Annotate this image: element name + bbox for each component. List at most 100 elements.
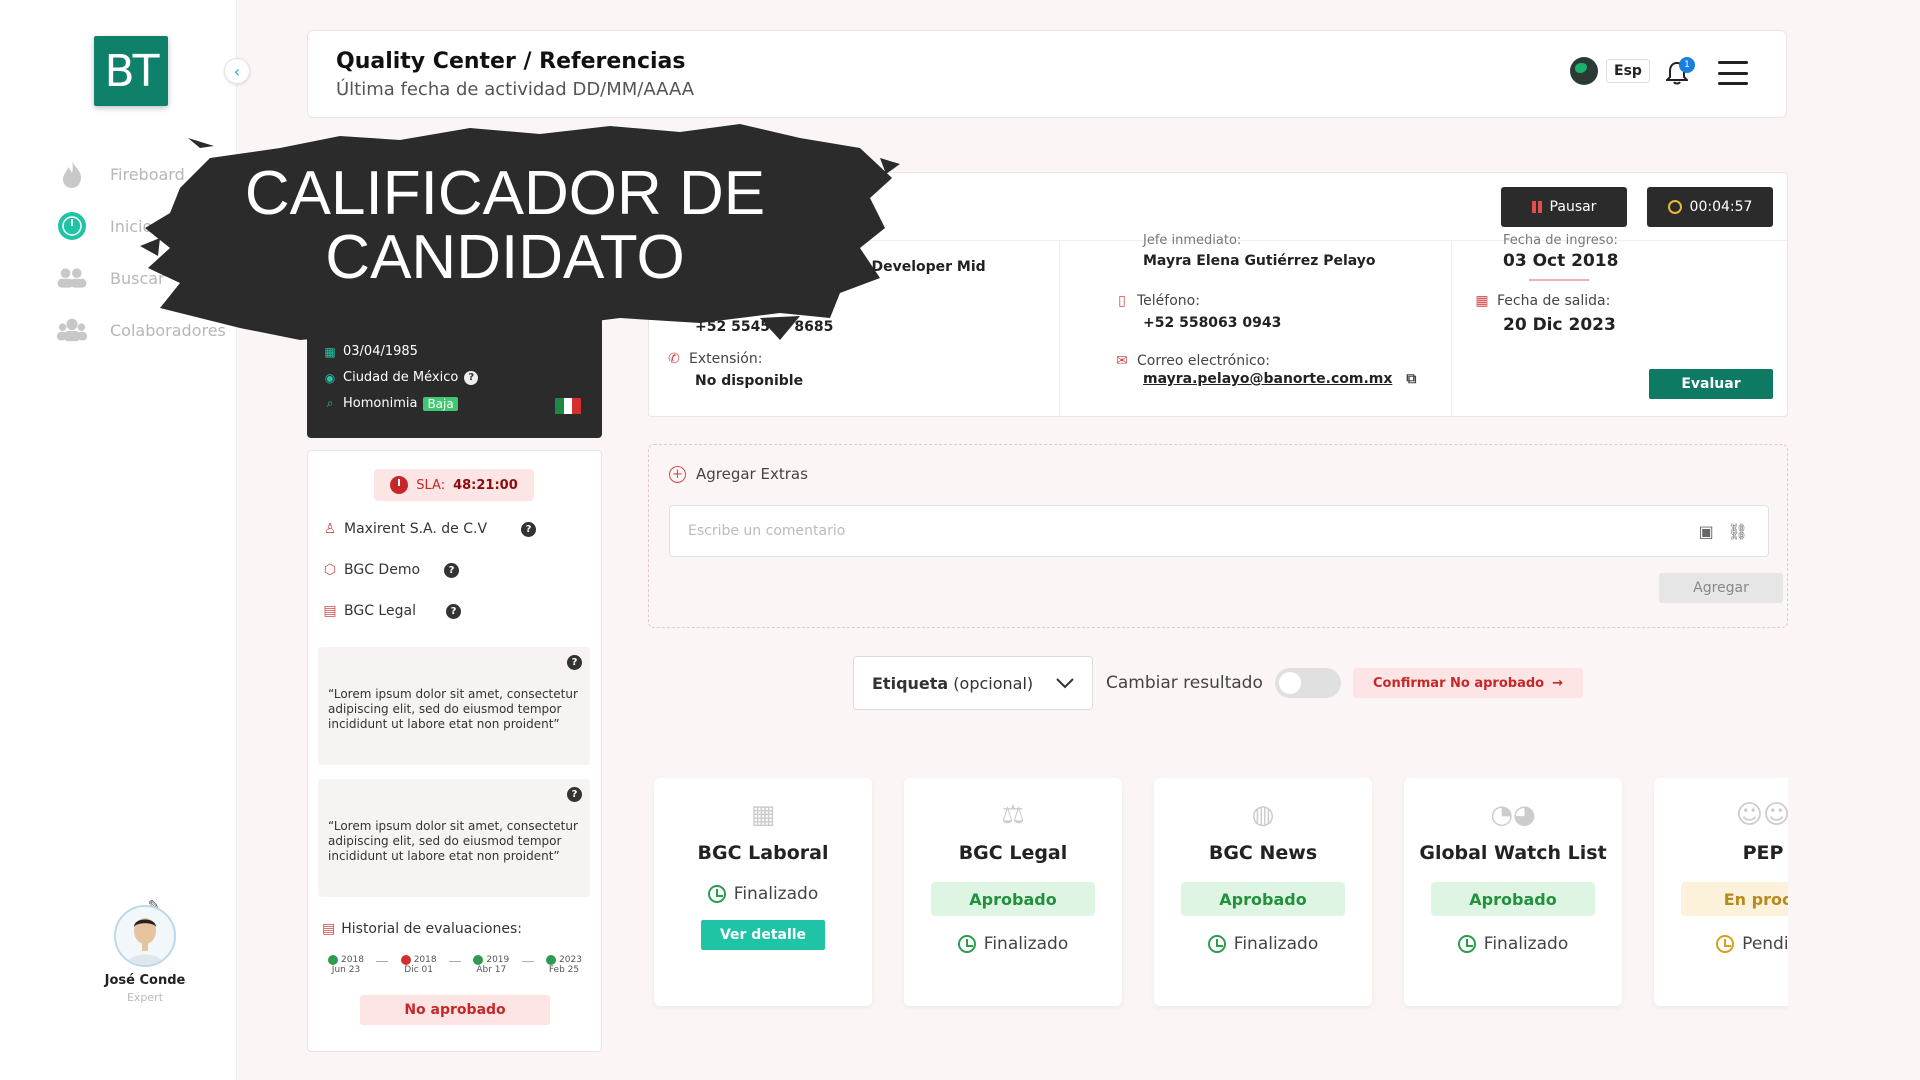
pause-icon xyxy=(1531,201,1542,213)
help-icon[interactable]: ? xyxy=(567,655,582,670)
chevron-down-icon xyxy=(1056,673,1074,694)
extras-section: + Agregar Extras ▣ ⛓ Agregar xyxy=(648,444,1788,628)
service-state: Finalizado xyxy=(904,934,1122,954)
people-icon: ☺☺ xyxy=(1735,800,1788,830)
service-card[interactable]: ▦ BGC Laboral Finalizado Ver detalle xyxy=(654,778,872,1006)
history-title: ▤ Historial de evaluaciones: xyxy=(322,921,522,937)
email-link[interactable]: mayra.pelayo@banorte.com.mx xyxy=(1143,371,1392,387)
timeline-divider xyxy=(521,961,534,975)
status-badge: En proce xyxy=(1681,882,1788,916)
help-icon[interactable]: ? xyxy=(445,603,461,619)
link-icon[interactable]: ⛓ xyxy=(1728,522,1748,541)
status-badge: Aprobado xyxy=(1431,882,1595,916)
pause-button[interactable]: Pausar xyxy=(1501,187,1627,227)
boss-label: Jefe inmediato: xyxy=(1143,233,1242,248)
service-state: Finalizado xyxy=(1404,934,1622,954)
mail-icon: ✉ xyxy=(1116,353,1128,369)
scale-icon: ⚖ xyxy=(1001,800,1025,830)
clock-icon xyxy=(707,885,726,903)
mexico-flag-icon xyxy=(555,398,582,414)
quote-text: “Lorem ipsum dolor sit amet, consectetur… xyxy=(328,819,578,863)
comment-box: ▣ ⛓ xyxy=(669,505,1769,557)
history-icon: ▤ xyxy=(322,921,336,937)
language-code: Esp xyxy=(1606,59,1650,83)
status-badge: Aprobado xyxy=(1181,882,1345,916)
menu-icon[interactable] xyxy=(1718,61,1748,85)
page-header: Quality Center / Referencias Última fech… xyxy=(307,30,1787,118)
service-card[interactable]: ◍ BGC News Aprobado Finalizado xyxy=(1154,778,1372,1006)
evaluate-button[interactable]: Evaluar xyxy=(1649,369,1773,399)
client-name: Maxirent S.A. de C.V xyxy=(344,521,488,537)
collapse-sidebar-button[interactable]: ‹ xyxy=(224,58,250,84)
product-name: BGC Demo xyxy=(344,562,421,578)
plus-icon: + xyxy=(669,465,686,483)
language-selector[interactable]: Esp xyxy=(1570,57,1650,85)
clock-icon xyxy=(390,476,409,494)
help-icon[interactable]: ? xyxy=(521,521,537,537)
sidebar-item-inicio[interactable]: Inicio xyxy=(56,210,152,242)
globe-icon xyxy=(1570,57,1598,85)
status-dot xyxy=(546,955,557,965)
service-card[interactable]: ◔◕ Global Watch List Aprobado Finalizado xyxy=(1404,778,1622,1006)
confirm-result-button[interactable]: Confirmar No aprobado → xyxy=(1353,668,1583,698)
add-extras-toggle[interactable]: + Agregar Extras xyxy=(669,465,808,483)
timeline-item[interactable]: 2023 Feb 25 xyxy=(538,955,590,975)
clock-icon xyxy=(957,935,976,953)
service-cards: ▦ BGC Laboral Finalizado Ver detalle ⚖ B… xyxy=(648,770,1788,1010)
service-card[interactable]: ☺☺ PEP En proce Pendien xyxy=(1654,778,1788,1006)
product-row: ⬡ BGC Demo ? xyxy=(322,562,460,578)
tag-select[interactable]: Etiqueta (opcional) xyxy=(853,656,1093,710)
candidate-city-row: ◉ Ciudad de México ? xyxy=(323,370,479,385)
product-name: BGC Legal xyxy=(344,603,416,619)
view-detail-button[interactable]: Ver detalle xyxy=(701,920,825,950)
timeline-item[interactable]: 2018 Jun 23 xyxy=(320,955,372,975)
service-state: Pendien xyxy=(1654,934,1788,954)
globe-icon: ◍ xyxy=(1251,800,1275,830)
underline-divider xyxy=(1529,279,1589,281)
person-icon: ♙ xyxy=(323,521,337,537)
column-divider xyxy=(1059,241,1060,418)
search-icon: ⌕ xyxy=(326,396,334,410)
status-dot xyxy=(328,955,339,965)
copy-icon[interactable]: ⧉ xyxy=(1406,371,1416,387)
status-dot xyxy=(473,955,484,965)
service-state: Finalizado xyxy=(654,884,872,904)
status-badge: Aprobado xyxy=(931,882,1095,916)
change-result-toggle[interactable] xyxy=(1275,668,1341,698)
box-icon: ⬡ xyxy=(323,562,337,578)
document-icon: ▤ xyxy=(323,603,337,619)
comment-quote: ? “Lorem ipsum dolor sit amet, consectet… xyxy=(318,647,590,765)
homonimia-label: Homonimia xyxy=(343,396,418,411)
help-icon[interactable]: ? xyxy=(567,787,582,802)
brand-logo[interactable]: BT xyxy=(94,36,168,106)
phone-icon: ✆ xyxy=(668,351,680,367)
user-profile[interactable]: José Conde Expert xyxy=(100,905,190,1004)
mobile-icon: ▯ xyxy=(1118,293,1126,309)
image-icon[interactable]: ▣ xyxy=(1699,522,1714,541)
timeline-item[interactable]: 2018 Dic 01 xyxy=(393,955,445,975)
user-role: Expert xyxy=(126,991,164,1004)
candidate-summary-panel: SLA: 48:21:00 ♙ Maxirent S.A. de C.V ? ⬡… xyxy=(307,450,602,1052)
evaluation-timeline: 2018 Jun 23 2018 Dic 01 2019 Abr 17 2023… xyxy=(320,955,590,975)
users-search-icon xyxy=(56,262,88,294)
change-result-label: Cambiar resultado xyxy=(1106,673,1263,693)
timeline-item[interactable]: 2019 Abr 17 xyxy=(465,955,517,975)
help-icon[interactable]: ? xyxy=(444,562,460,578)
promo-title: CALIFICADOR DE CANDIDATO xyxy=(244,159,766,292)
status-dot xyxy=(400,955,411,965)
service-card[interactable]: ⚖ BGC Legal Aprobado Finalizado xyxy=(904,778,1122,1006)
candidate-city: Ciudad de México xyxy=(343,370,459,385)
email-field: ✉ Correo electrónico: mayra.pelayo@banort… xyxy=(1116,353,1417,387)
candidate-homonimia-row: ⌕ Homonimia Baja xyxy=(323,396,458,411)
building-icon: ▦ xyxy=(750,800,776,830)
quote-text: “Lorem ipsum dolor sit amet, consectetur… xyxy=(328,687,578,731)
comment-input[interactable] xyxy=(670,506,1768,556)
clock-icon xyxy=(1207,935,1226,953)
homonimia-badge: Baja xyxy=(423,396,458,411)
timer-display[interactable]: 00:04:57 xyxy=(1647,187,1773,227)
arrow-right-icon: → xyxy=(1552,675,1563,691)
help-icon[interactable]: ? xyxy=(464,370,479,385)
clock-icon xyxy=(1457,935,1476,953)
result-badge: No aprobado xyxy=(360,995,550,1025)
add-comment-button[interactable]: Agregar xyxy=(1659,573,1783,603)
